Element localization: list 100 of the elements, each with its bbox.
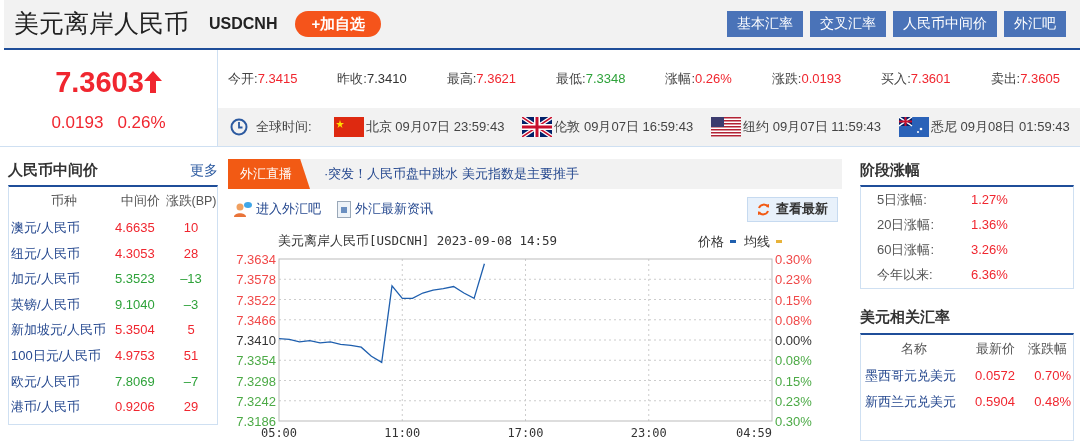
quote-stat: 今开:7.3415 [228,70,298,89]
y-tick-label: 7.3242 [236,393,276,409]
refresh-icon [757,202,770,216]
bp-change: 10 [182,219,200,238]
period-change-value: 6.36% [971,266,1008,285]
period-label: 60日涨幅: [876,241,936,260]
currency-pair-link[interactable]: 墨西哥元兑美元 [861,366,967,386]
legend-label: 均线 [744,232,770,251]
bp-change: 5 [186,321,196,340]
currency-pair-link[interactable]: 新加坡元/人民币 [11,320,115,340]
x-tick-label: 23:00 [630,426,667,440]
nav-button[interactable]: 基本汇率 [727,11,803,37]
clock-icon [230,118,248,136]
city-time: 纽约 09月07日 11:59:43 [743,118,881,137]
quote-stat: 卖出:7.3605 [990,70,1060,89]
percent-tick-label: 0.00% [775,333,812,348]
currency-pair-link[interactable]: 纽元/人民币 [11,243,115,264]
flag-icon [522,117,553,137]
column-header: 中间价 [119,192,161,210]
period-label: 今年以来: [876,266,934,285]
document-icon [337,200,351,218]
bp-change: 29 [182,398,200,417]
percent-tick-label: 0.23% [775,272,812,288]
percent-tick-label: 0.15% [775,373,812,389]
city-time: 悉尼 09月08日 01:59:43 [930,118,1070,137]
legend-label: 价格 [698,232,724,251]
page-title: 美元离岸人民币 [14,8,189,40]
column-header: 名称 [900,340,928,358]
news-headline-link[interactable]: ·突发！人民币盘中跳水 美元指数是主要推手 [324,164,579,184]
forum-link[interactable]: 进入外汇吧 [256,199,321,219]
refresh-button[interactable]: 查看最新 [747,196,838,222]
nav-button[interactable]: 交叉汇率 [810,11,886,37]
flag-icon [333,117,364,137]
symbol-code: USDCNH [209,14,278,34]
mid-price: 9.1040 [115,295,156,314]
change-percent: 0.70% [1033,367,1071,386]
quote-stat: 最高:7.3621 [446,70,517,89]
mid-price: 4.9753 [115,347,156,365]
x-tick-label: 04:59 [735,426,773,440]
mid-price: 4.3053 [115,244,156,263]
quote-stat: 买入:7.3601 [881,70,951,89]
quote-stat: 涨幅:0.26% [665,70,732,89]
flag-icon [711,117,742,137]
period-label: 20日涨幅: [876,216,936,235]
bp-change: 28 [182,244,200,263]
quote-stat: 昨收:7.3410 [337,70,407,89]
period-label: 5日涨幅: [876,191,928,210]
flag-icon [898,117,929,137]
period-change-value: 1.36% [971,216,1008,235]
city-time: 伦敦 09月07日 16:59:43 [554,118,694,137]
more-link[interactable]: 更多 [190,160,218,181]
bp-change: 51 [182,347,200,365]
percent-tick-label: 0.15% [775,292,812,308]
y-tick-label: 7.3466 [236,312,276,328]
percent-tick-label: 0.30% [775,252,812,267]
bp-change: –3 [182,295,200,314]
quote-stat: 最低:7.3348 [556,70,626,89]
bp-change: –7 [182,372,200,391]
latest-price: 0.5904 [974,393,1016,412]
y-tick-label: 7.3354 [236,353,276,369]
quote-stat: 涨跌:0.0193 [771,70,842,89]
mid-price: 5.3523 [115,270,156,289]
period-change-value: 3.26% [971,241,1008,260]
y-tick-label: 7.3578 [236,272,276,288]
y-tick-label: 7.3186 [236,414,276,429]
panel-title: 阶段涨幅 [860,159,920,180]
city-time: 北京 09月07日 23:59:43 [365,118,505,137]
percent-tick-label: 0.08% [775,353,812,369]
percent-tick-label: 0.08% [775,312,812,328]
panel-title: 人民币中间价 [8,159,98,180]
column-header: 最新价 [974,340,1016,358]
panel-title: 美元相关汇率 [860,306,950,327]
y-tick-label: 7.3522 [236,292,276,308]
x-tick-label: 17:00 [507,426,544,440]
change-percent: 0.48% [1033,393,1071,412]
price-change: 0.0193 [51,112,104,134]
news-link[interactable]: 外汇最新资讯 [355,199,433,219]
currency-pair-link[interactable]: 欧元/人民币 [11,371,115,392]
nav-button[interactable]: 人民币中间价 [893,11,997,37]
column-header: 币种 [50,192,78,210]
currency-pair-link[interactable]: 港币/人民币 [11,397,115,417]
currency-pair-link[interactable]: 100日元/人民币 [11,346,115,366]
column-header: 涨跌幅 [1026,340,1068,358]
percent-tick-label: 0.30% [775,414,812,429]
y-tick-label: 7.3298 [236,373,276,389]
period-change-value: 1.27% [971,191,1008,210]
price-change-percent: 0.26% [117,112,166,134]
up-arrow-icon [143,71,162,94]
y-tick-label: 7.3410 [236,333,276,348]
column-header: 涨跌(BP) [165,192,217,210]
y-tick-label: 7.3634 [236,252,276,267]
currency-pair-link[interactable]: 英镑/人民币 [11,294,115,315]
currency-pair-link[interactable]: 加元/人民币 [11,269,115,289]
currency-pair-link[interactable]: 新西兰元兑美元 [861,392,967,412]
world-time-label: 全球时间: [256,118,312,137]
currency-pair-link[interactable]: 澳元/人民币 [11,218,115,238]
nav-button[interactable]: 外汇吧 [1004,11,1066,37]
mid-price: 7.8069 [115,372,156,391]
mid-price: 4.6635 [115,219,156,238]
user-chat-icon [234,201,252,217]
